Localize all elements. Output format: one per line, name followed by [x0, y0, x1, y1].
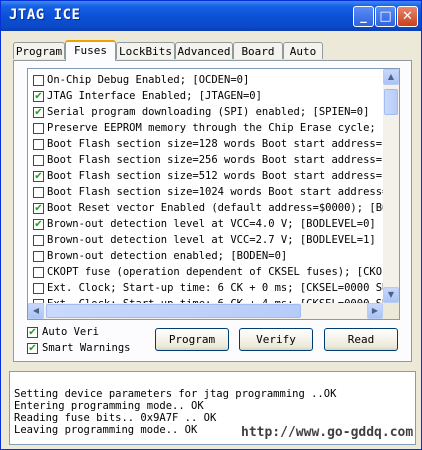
fuse-checkbox[interactable]: ✔: [33, 171, 44, 182]
app-window: JTAG ICE _ □ ✕ Program Fuses LockBits Ad…: [0, 0, 422, 450]
fuse-label: CKOPT fuse (operation dependent of CKSEL…: [47, 266, 383, 278]
tab-lockbits[interactable]: LockBits: [116, 42, 175, 59]
fuse-checkbox[interactable]: [33, 155, 44, 166]
fuse-label: Boot Flash section size=512 words Boot s…: [47, 170, 383, 182]
tab-program[interactable]: Program: [13, 42, 65, 59]
fuse-list[interactable]: On-Chip Debug Enabled; [OCDEN=0] ✔ JTAG In…: [27, 68, 400, 320]
auto-verify-checkbox[interactable]: ✔: [27, 327, 38, 338]
vertical-scroll-thumb[interactable]: [384, 89, 398, 115]
scroll-corner: [383, 303, 399, 319]
fuse-label: Ext. Clock; Start-up time: 6 CK + 0 ms; …: [47, 282, 383, 294]
title-bar[interactable]: JTAG ICE _ □ ✕: [1, 1, 421, 31]
fuse-label: Preserve EEPROM memory through the Chip …: [47, 122, 383, 134]
tab-auto[interactable]: Auto: [283, 42, 323, 59]
fuse-checkbox[interactable]: ✔: [33, 107, 44, 118]
fuse-label: Boot Reset vector Enabled (default addre…: [47, 202, 383, 214]
horizontal-scroll-thumb[interactable]: [46, 304, 301, 318]
fuse-checkbox[interactable]: [33, 187, 44, 198]
fuse-checkbox[interactable]: ✔: [33, 219, 44, 230]
log-line: Leaving programming mode.. OK: [14, 424, 198, 436]
fuse-checkbox[interactable]: [33, 251, 44, 262]
fuse-checkbox[interactable]: [33, 267, 44, 278]
smart-warnings-checkbox[interactable]: ✔: [27, 343, 38, 354]
scroll-up-icon[interactable]: ▲: [383, 69, 399, 85]
fuse-label: Boot Flash section size=128 words Boot s…: [47, 138, 383, 150]
fuse-checkbox[interactable]: [33, 139, 44, 150]
fuse-checkbox[interactable]: [33, 235, 44, 246]
log-line: Setting device parameters for jtag progr…: [14, 388, 337, 400]
fuse-checkbox[interactable]: [33, 75, 44, 86]
tab-board[interactable]: Board: [233, 42, 283, 59]
scroll-down-icon[interactable]: ▼: [383, 287, 399, 303]
program-button[interactable]: Program: [155, 328, 229, 351]
smart-warnings-label: Smart Warnings: [42, 342, 131, 354]
window-title: JTAG ICE: [9, 7, 81, 23]
fuse-label: JTAG Interface Enabled; [JTAGEN=0]: [47, 90, 262, 102]
auto-verify-label: Auto Veri: [42, 326, 99, 338]
log-line: Entering programming mode.. OK: [14, 400, 204, 412]
vertical-scrollbar[interactable]: ▲ ▼: [383, 69, 399, 303]
tab-fuses[interactable]: Fuses: [65, 40, 116, 61]
watermark-text: http://www.go-gddq.com: [241, 425, 414, 440]
fuse-label: Brown-out detection level at VCC=4.0 V; …: [47, 218, 376, 230]
minimize-button[interactable]: _: [353, 6, 374, 27]
verify-button[interactable]: Verify: [239, 328, 313, 351]
fuse-checkbox[interactable]: [33, 283, 44, 294]
scroll-left-icon[interactable]: ◀: [28, 303, 44, 319]
fuse-label: On-Chip Debug Enabled; [OCDEN=0]: [47, 74, 250, 86]
fuse-label: Brown-out detection level at VCC=2.7 V; …: [47, 234, 376, 246]
fuse-rows: On-Chip Debug Enabled; [OCDEN=0] ✔ JTAG In…: [28, 69, 383, 303]
scroll-right-icon[interactable]: ▶: [367, 303, 383, 319]
horizontal-scrollbar[interactable]: ◀ ▶: [28, 303, 383, 319]
close-button[interactable]: ✕: [397, 6, 418, 27]
read-button[interactable]: Read: [324, 328, 398, 351]
maximize-button[interactable]: □: [375, 6, 396, 27]
fuse-label: Boot Flash section size=256 words Boot s…: [47, 154, 383, 166]
fuse-label: Serial program downloading (SPI) enabled…: [47, 106, 370, 118]
fuse-checkbox[interactable]: ✔: [33, 203, 44, 214]
fuse-label: Brown-out detection enabled; [BODEN=0]: [47, 250, 288, 262]
fuse-checkbox[interactable]: [33, 123, 44, 134]
log-line: Reading fuse bits.. 0x9A7F .. OK: [14, 412, 217, 424]
fuse-checkbox[interactable]: ✔: [33, 91, 44, 102]
fuse-label: Boot Flash section size=1024 words Boot …: [47, 186, 383, 198]
tab-advanced[interactable]: Advanced: [175, 42, 233, 59]
